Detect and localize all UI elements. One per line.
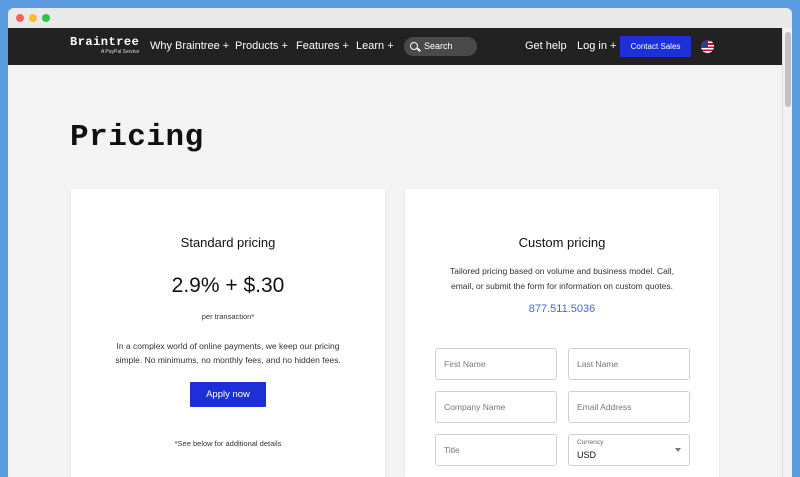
nav-features[interactable]: Features + — [296, 28, 349, 65]
custom-pricing-card: Custom pricing Tailored pricing based on… — [405, 189, 719, 477]
us-flag-icon[interactable] — [701, 40, 714, 53]
standard-pricing-title: Standard pricing — [180, 235, 276, 250]
standard-description-line-1: In a complex world of online payments, w… — [116, 341, 340, 351]
page-scrollbar[interactable] — [782, 28, 792, 477]
nav-get-help[interactable]: Get help — [525, 28, 567, 65]
maximize-window-button[interactable] — [42, 14, 50, 22]
last-name-field[interactable] — [568, 348, 690, 380]
company-name-field[interactable] — [435, 391, 557, 423]
first-name-field[interactable] — [435, 348, 557, 380]
standard-price: 2.9% + $.30 — [171, 274, 285, 297]
custom-pricing-title: Custom pricing — [518, 235, 606, 250]
currency-value: USD — [577, 450, 597, 460]
search-button[interactable]: Search — [404, 37, 477, 56]
braintree-logo[interactable]: Braintree A PayPal Service — [70, 35, 140, 56]
brand-name: Braintree — [70, 35, 140, 49]
minimize-window-button[interactable] — [29, 14, 37, 22]
per-transaction-note: per transaction* — [201, 312, 255, 321]
nav-why-braintree[interactable]: Why Braintree + — [150, 28, 229, 65]
chevron-down-icon — [675, 448, 681, 452]
search-label: Search — [424, 41, 453, 51]
window-titlebar — [8, 8, 792, 28]
search-icon — [410, 42, 418, 50]
apply-now-button[interactable]: Apply now — [190, 382, 266, 407]
contact-sales-button[interactable]: Contact Sales — [620, 36, 691, 57]
nav-log-in[interactable]: Log in + — [577, 28, 616, 65]
additional-details-footnote: *See below for additional details — [174, 439, 282, 448]
sales-phone-link[interactable]: 877.511.5036 — [405, 303, 719, 315]
custom-description-line-1: Tailored pricing based on volume and bus… — [450, 266, 674, 276]
close-window-button[interactable] — [16, 14, 24, 22]
top-nav: Braintree A PayPal Service Why Braintree… — [8, 28, 782, 65]
title-field[interactable] — [435, 434, 557, 466]
email-field[interactable] — [568, 391, 690, 423]
nav-learn[interactable]: Learn + — [356, 28, 394, 65]
brand-subtitle: A PayPal Service — [100, 49, 140, 55]
browser-window: Braintree A PayPal Service Why Braintree… — [8, 8, 792, 477]
scrollbar-thumb[interactable] — [785, 32, 791, 107]
standard-description-line-2: simple. No minimums, no monthly fees, an… — [115, 355, 341, 365]
currency-label: Currency — [577, 439, 604, 446]
currency-select[interactable]: Currency USD — [568, 434, 690, 466]
custom-description-line-2: email, or submit the form for informatio… — [450, 281, 674, 291]
standard-pricing-card: Standard pricing 2.9% + $.30 per transac… — [71, 189, 385, 477]
page-title: Pricing — [70, 120, 204, 155]
nav-products[interactable]: Products + — [235, 28, 288, 65]
